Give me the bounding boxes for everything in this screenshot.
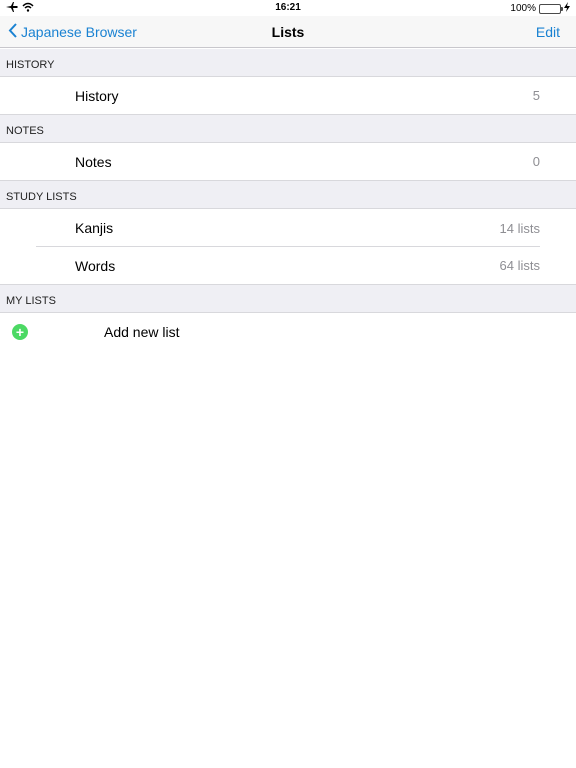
list-row-kanjis[interactable]: Kanjis 14 lists (0, 209, 576, 247)
add-icon[interactable]: + (12, 324, 28, 340)
section-header-study-lists: STUDY LISTS (0, 181, 576, 209)
list-row-words[interactable]: Words 64 lists (0, 247, 576, 285)
row-label: Notes (75, 153, 112, 170)
row-count: 5 (532, 88, 540, 103)
status-right: 100% (510, 2, 570, 15)
battery-icon (539, 3, 563, 14)
row-label: Kanjis (75, 220, 114, 236)
charging-icon (564, 2, 570, 15)
status-bar: 16:21 100% (0, 0, 576, 16)
status-time: 16:21 (275, 2, 301, 13)
section-header-notes: NOTES (0, 115, 576, 143)
list-row-history[interactable]: History 5 (0, 77, 576, 115)
row-count: 64 lists (499, 258, 540, 273)
navigation-bar: Japanese Browser Lists Edit (0, 16, 576, 48)
edit-button[interactable]: Edit (536, 24, 560, 40)
section-header-my-lists: MY LISTS (0, 285, 576, 313)
add-new-list-row[interactable]: + Add new list (0, 313, 576, 351)
list-row-notes[interactable]: Notes 0 (0, 143, 576, 181)
lists-table: HISTORY History 5 NOTES Notes 0 STUDY LI… (0, 49, 576, 351)
section-header-history: HISTORY (0, 49, 576, 77)
row-label: History (75, 87, 119, 104)
battery-percent: 100% (510, 3, 536, 14)
row-count: 14 lists (499, 220, 540, 236)
add-new-list-label: Add new list (104, 324, 180, 340)
row-count: 0 (532, 154, 540, 169)
row-label: Words (75, 257, 116, 274)
page-title: Lists (271, 24, 305, 40)
